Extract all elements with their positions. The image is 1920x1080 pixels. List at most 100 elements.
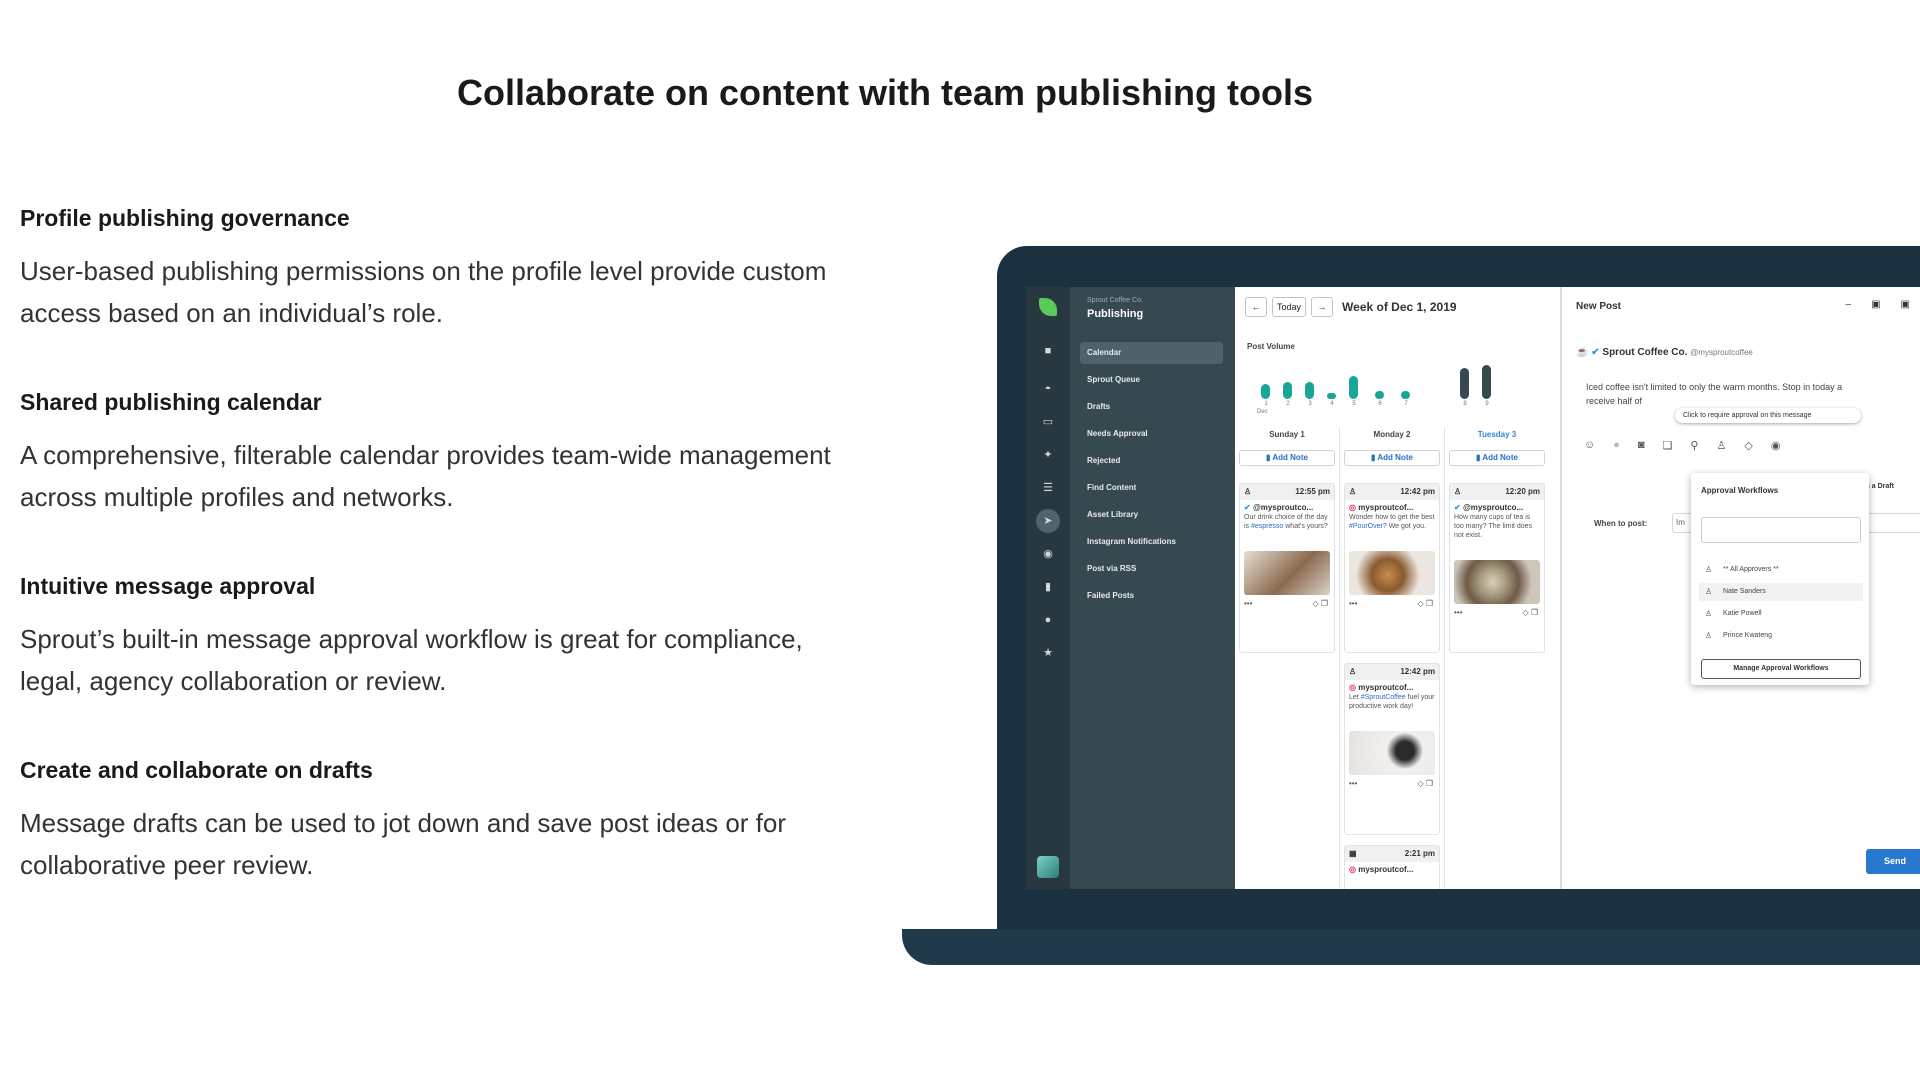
post-card[interactable]: ♙ 12:42 pm ◎ mysproutcof... Wonder how to… — [1344, 483, 1440, 653]
dashboard-icon[interactable]: ◓ — [1038, 379, 1058, 399]
person-icon: ♙ — [1705, 587, 1713, 596]
tag-icon[interactable]: ◇ ❐ — [1312, 599, 1328, 608]
listening-icon[interactable]: ◉ — [1038, 544, 1058, 564]
location-icon[interactable]: ⚲ — [1690, 439, 1698, 452]
nav-item-sprout-queue[interactable]: Sprout Queue — [1080, 369, 1223, 391]
emoji-icon[interactable]: ☺ — [1584, 439, 1595, 452]
post-volume-day-label: 5 — [1352, 401, 1356, 407]
post-card[interactable]: ♙ 12:20 pm ✔ @mysproutco... How many cups… — [1449, 483, 1545, 653]
post-volume-bar[interactable] — [1349, 375, 1358, 399]
post-card[interactable]: ♙ 12:55 pm ✔ @mysproutco... Our drink cho… — [1239, 483, 1335, 653]
icon-rail: ■ ◓ ▭ ✦ ☰ ➤ ◉ ▮ ● ★ — [1026, 287, 1070, 889]
nav-item-calendar[interactable]: Calendar — [1080, 342, 1223, 364]
feature-title: Intuitive message approval — [20, 573, 316, 599]
post-volume-bar[interactable] — [1327, 393, 1336, 399]
publishing-send-icon[interactable]: ➤ — [1036, 509, 1060, 533]
bot-icon[interactable]: ● — [1038, 610, 1058, 630]
hashtag-link[interactable]: #PourOver? — [1349, 523, 1387, 530]
post-image[interactable] — [1454, 560, 1540, 604]
message-textarea[interactable]: Iced coffee isn't limited to only the wa… — [1586, 380, 1916, 408]
next-week-button[interactable]: → — [1311, 297, 1334, 317]
post-volume-bar[interactable] — [1375, 390, 1384, 399]
card-text-b: We got you. — [1386, 523, 1426, 530]
feature-title: Profile publishing governance — [20, 205, 350, 231]
add-note-button[interactable]: ▮ Add Note — [1239, 450, 1335, 466]
approver-option[interactable]: ♙ Prince Kwateng — [1699, 627, 1863, 645]
minimize-icon[interactable]: – — [1846, 299, 1852, 310]
camera-icon[interactable]: ◙ — [1638, 439, 1645, 452]
manage-approval-workflows-button[interactable]: Manage Approval Workflows — [1701, 659, 1861, 679]
post-image[interactable] — [1349, 731, 1435, 775]
star-icon[interactable]: ★ — [1038, 643, 1058, 663]
approval-icon: ♙ — [1244, 487, 1252, 496]
nav-item-failed-posts[interactable]: Failed Posts — [1080, 585, 1223, 607]
post-volume-bar[interactable] — [1460, 367, 1469, 399]
feature-body: Sprout’s built-in message approval workf… — [20, 624, 803, 696]
today-button[interactable]: Today — [1272, 297, 1307, 317]
post-image[interactable] — [1244, 551, 1330, 595]
nav-item-post-via-rss[interactable]: Post via RSS — [1080, 558, 1223, 580]
post-card[interactable]: ♙ 12:42 pm ◎ mysproutcof... Let #SproutCo… — [1344, 663, 1440, 835]
feature-body: Message drafts can be used to jot down a… — [20, 808, 787, 880]
more-icon[interactable]: ••• — [1349, 779, 1357, 788]
post-image[interactable] — [1349, 551, 1435, 595]
post-volume-bar[interactable] — [1401, 390, 1410, 399]
approval-user-icon[interactable]: ♙ — [1716, 439, 1726, 452]
tag-icon[interactable]: ◇ ❐ — [1522, 608, 1538, 617]
approver-option[interactable]: ♙ Nate Sanders — [1699, 583, 1863, 601]
media-icon[interactable]: ❏ — [1663, 439, 1673, 452]
list-icon[interactable]: ☰ — [1038, 478, 1058, 498]
approver-option[interactable]: ♙ Katie Powell — [1699, 605, 1863, 623]
nav-item-asset-library[interactable]: Asset Library — [1080, 504, 1223, 526]
post-time: 12:55 pm — [1295, 487, 1330, 496]
hashtag-link[interactable]: #SproutCoffee — [1361, 694, 1406, 701]
hashtag-link[interactable]: #espresso — [1251, 523, 1283, 530]
selected-profile[interactable]: ☕ ✔ Sprout Coffee Co. @mysproutcoffee — [1576, 347, 1753, 358]
expand-icon[interactable]: ▣ — [1901, 299, 1910, 310]
add-note-button[interactable]: ▮ Add Note — [1344, 450, 1440, 466]
send-button[interactable]: Send — [1866, 849, 1920, 874]
add-note-button[interactable]: ▮ Add Note — [1449, 450, 1545, 466]
nav-item-instagram-notifications[interactable]: Instagram Notifications — [1080, 531, 1223, 553]
card-footer: ••• ◇ ❐ — [1345, 599, 1439, 613]
month-label: Dec — [1257, 409, 1268, 415]
tag-icon[interactable]: ◇ ❐ — [1417, 779, 1433, 788]
post-card[interactable]: ▦ 2:21 pm ◎ mysproutcof... — [1344, 845, 1440, 889]
day-header-sunday[interactable]: Sunday 1 — [1235, 430, 1339, 439]
post-volume-bar[interactable] — [1482, 365, 1491, 399]
nav-item-drafts[interactable]: Drafts — [1080, 396, 1223, 418]
message-line: receive half of — [1586, 396, 1643, 406]
calendar-toolbar: ← Today → Week of Dec 1, 2019 — [1245, 297, 1457, 317]
more-icon[interactable]: ••• — [1454, 608, 1462, 617]
prev-week-button[interactable]: ← — [1245, 297, 1267, 317]
approver-option[interactable]: ♙ ** All Approvers ** — [1699, 561, 1863, 579]
approver-name: Prince Kwateng — [1723, 632, 1773, 639]
person-icon: ♙ — [1705, 631, 1713, 640]
more-icon[interactable]: ••• — [1349, 599, 1357, 608]
post-volume-bar[interactable] — [1261, 384, 1270, 399]
app-screen: ■ ◓ ▭ ✦ ☰ ➤ ◉ ▮ ● ★ Sprout Coffee Co. Pu… — [1026, 287, 1920, 889]
post-volume-day-label: 2 — [1286, 401, 1290, 407]
day-header-monday[interactable]: Monday 2 — [1340, 430, 1444, 439]
preview-eye-icon[interactable]: ◉ — [1771, 439, 1781, 452]
nav-item-rejected[interactable]: Rejected — [1080, 450, 1223, 472]
inbox-icon[interactable]: ▭ — [1038, 412, 1058, 432]
user-avatar[interactable] — [1037, 856, 1059, 878]
post-volume-bar[interactable] — [1283, 382, 1292, 399]
pin-icon[interactable]: ✦ — [1038, 445, 1058, 465]
post-volume-day-label: 8 — [1463, 401, 1467, 407]
nav-item-needs-approval[interactable]: Needs Approval — [1080, 423, 1223, 445]
nav-item-find-content[interactable]: Find Content — [1080, 477, 1223, 499]
more-icon[interactable]: ••• — [1244, 599, 1252, 608]
reports-icon[interactable]: ▮ — [1038, 577, 1058, 597]
approver-search-input[interactable] — [1701, 517, 1861, 543]
when-to-post-value: Im — [1676, 518, 1685, 527]
tag-icon[interactable]: ◇ ❐ — [1417, 599, 1433, 608]
tag-icon[interactable]: ◇ — [1744, 439, 1752, 452]
folder-icon[interactable]: ■ — [1038, 341, 1058, 361]
day-header-tuesday[interactable]: Tuesday 3 — [1445, 430, 1549, 439]
circle-icon[interactable]: ● — [1613, 439, 1620, 452]
post-volume-bar[interactable] — [1305, 382, 1314, 399]
publishing-nav: Sprout Coffee Co. Publishing Calendar Sp… — [1070, 287, 1235, 889]
save-icon[interactable]: ▣ — [1871, 299, 1880, 310]
